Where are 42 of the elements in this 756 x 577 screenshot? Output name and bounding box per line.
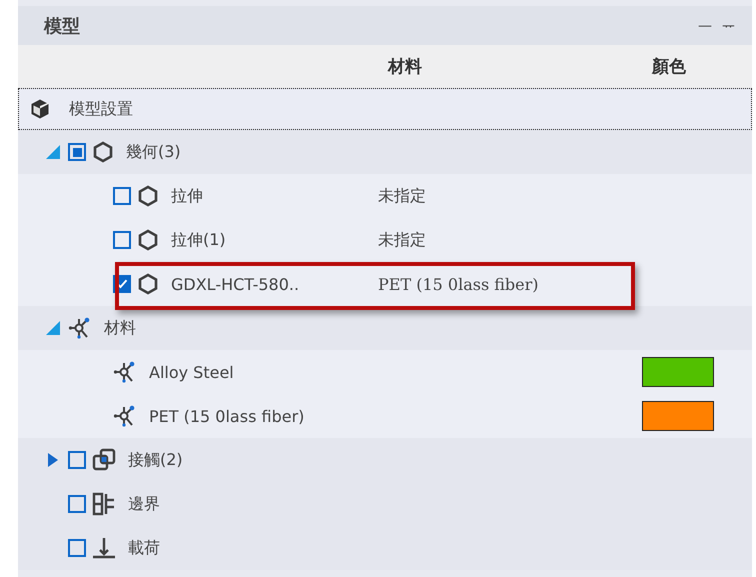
tree-label: 載荷 — [128, 538, 160, 558]
material-value: 未指定 — [378, 230, 426, 248]
molecule-icon — [68, 316, 92, 340]
checkbox[interactable] — [68, 495, 86, 513]
tree-label: GDXL-HCT-580.. — [171, 274, 300, 294]
tree-label: 拉伸 — [171, 186, 203, 206]
hexagon-icon — [92, 141, 114, 163]
color-swatch[interactable] — [642, 401, 714, 431]
column-heading[interactable]: 材料 — [358, 55, 642, 78]
expanded-arrow-icon[interactable] — [46, 321, 60, 335]
material-value: PET (15 0lass fiber) — [378, 274, 539, 294]
molecule-icon — [113, 360, 137, 384]
checkbox[interactable] — [68, 539, 86, 557]
checkbox[interactable] — [113, 187, 131, 205]
collapsed-arrow-icon[interactable] — [48, 452, 58, 468]
tree-label: 模型設置 — [69, 98, 133, 120]
panel-title: 模型 — [44, 14, 80, 38]
tree-label: 幾何(3) — [126, 142, 181, 162]
tree-label: 邊界 — [128, 494, 160, 514]
boundary-icon — [92, 492, 116, 516]
pin-button[interactable]: ᅲ — [719, 16, 738, 34]
tree-label: 接觸(2) — [128, 450, 183, 470]
tree-label: Alloy Steel — [149, 362, 234, 382]
hexagon-icon — [137, 229, 159, 251]
checkbox[interactable] — [68, 143, 86, 161]
color-swatch[interactable] — [642, 357, 714, 387]
molecule-icon — [113, 404, 137, 428]
hexagon-icon — [137, 185, 159, 207]
tree-label: PET (15 0lass fiber) — [149, 406, 304, 426]
overlapping-squares-icon — [92, 448, 116, 472]
material-value: 未指定 — [378, 186, 426, 204]
checkbox[interactable] — [113, 231, 131, 249]
load-icon — [92, 536, 116, 560]
column-heading[interactable]: 顏色 — [642, 55, 752, 78]
hexagon-icon — [137, 273, 159, 295]
tree-label: 材料 — [104, 318, 136, 338]
tree-label: 拉伸(1) — [171, 230, 226, 250]
cube-icon — [29, 98, 51, 120]
minimize-button[interactable]: — — [695, 16, 715, 34]
checkbox[interactable] — [68, 451, 86, 469]
tree-row[interactable]: 模型設置 — [18, 88, 752, 130]
expanded-arrow-icon[interactable] — [46, 145, 60, 159]
